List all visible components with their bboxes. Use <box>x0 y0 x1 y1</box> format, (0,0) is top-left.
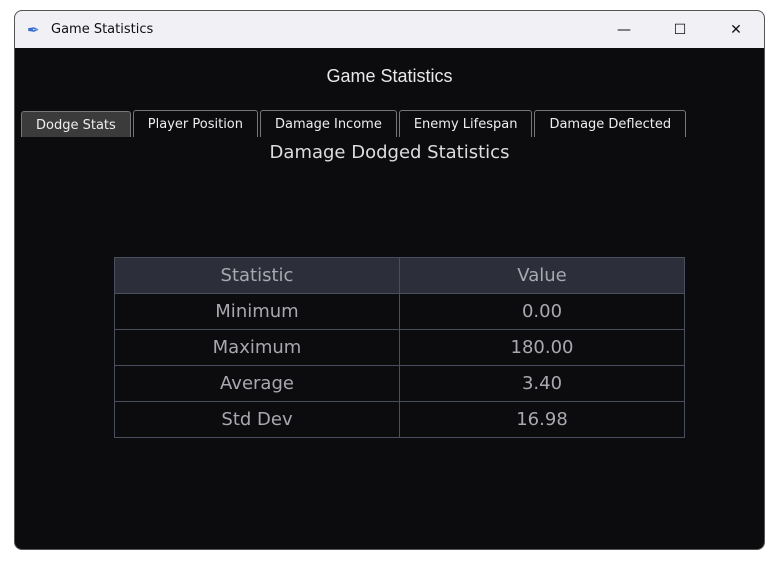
stats-table: Statistic Value Minimum 0.00 Maximum 180.00… <box>114 257 685 438</box>
table-row: Average 3.40 <box>114 365 685 402</box>
stat-name: Std Dev <box>114 401 400 438</box>
table-header: Statistic Value <box>114 257 685 294</box>
stat-value: 3.40 <box>399 365 685 402</box>
column-header: Value <box>399 257 685 294</box>
app-window: ✒ Game Statistics — ☐ ✕ Game Statistics … <box>14 10 765 550</box>
tab-damage-deflected[interactable]: Damage Deflected <box>534 110 687 137</box>
stat-name: Minimum <box>114 293 400 330</box>
minimize-button[interactable]: — <box>596 11 652 48</box>
tab-bar: Dodge Stats Player Position Damage Incom… <box>21 110 688 137</box>
window-title: Game Statistics <box>51 22 154 37</box>
table-row: Maximum 180.00 <box>114 329 685 366</box>
table-row: Minimum 0.00 <box>114 293 685 330</box>
column-header: Statistic <box>114 257 400 294</box>
tab-enemy-lifespan[interactable]: Enemy Lifespan <box>398 110 533 137</box>
page-title: Game Statistics <box>326 66 453 86</box>
tab-dodge-stats[interactable]: Dodge Stats <box>21 111 131 137</box>
close-button[interactable]: ✕ <box>708 11 764 48</box>
stat-name: Maximum <box>114 329 400 366</box>
panel-title: Damage Dodged Statistics <box>269 142 510 163</box>
stat-value: 16.98 <box>399 401 685 438</box>
stat-name: Average <box>114 365 400 402</box>
stat-value: 180.00 <box>399 329 685 366</box>
tab-player-position[interactable]: Player Position <box>132 110 258 137</box>
feather-icon: ✒ <box>27 20 40 39</box>
table-row: Std Dev 16.98 <box>114 401 685 438</box>
stat-value: 0.00 <box>399 293 685 330</box>
maximize-button[interactable]: ☐ <box>652 11 708 48</box>
tab-damage-income[interactable]: Damage Income <box>260 110 397 137</box>
title-bar: ✒ Game Statistics — ☐ ✕ <box>15 11 764 48</box>
